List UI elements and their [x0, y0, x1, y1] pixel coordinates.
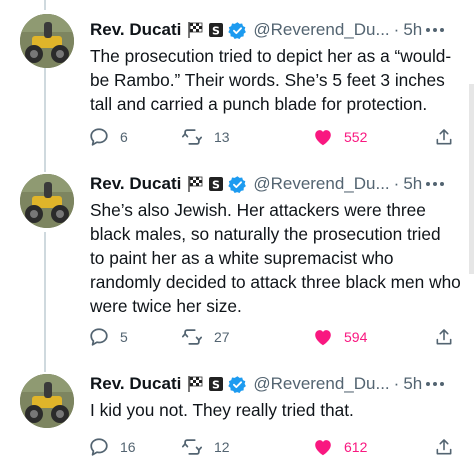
display-name[interactable]: Rev. Ducati [90, 374, 181, 394]
tweet-text-line: be Rambo.” Their words. She’s 5 feet 3 i… [90, 70, 445, 90]
retweet-icon [181, 439, 203, 455]
retweet-button[interactable]: 12 [180, 434, 230, 460]
thread-line [44, 166, 46, 172]
share-button[interactable] [434, 324, 454, 350]
like-button[interactable]: 552 [312, 124, 367, 150]
reply-button[interactable]: 6 [88, 124, 128, 150]
verified-badge-icon [228, 375, 247, 394]
tweet-text-line: The prosecution tried to depict her as a… [90, 46, 452, 66]
reply-count: 5 [120, 329, 128, 345]
retweet-button[interactable]: 27 [180, 324, 230, 350]
avatar[interactable] [20, 174, 74, 228]
verified-badge-icon [228, 175, 247, 194]
reply-button[interactable]: 5 [88, 324, 128, 350]
heart-icon [315, 330, 331, 346]
user-handle[interactable]: @Reverend_Du... [253, 174, 389, 194]
separator-dot: · [393, 20, 400, 39]
like-count: 612 [344, 439, 368, 455]
avatar[interactable] [20, 374, 74, 428]
avatar-motorcycle-image [20, 14, 74, 68]
share-icon [436, 129, 452, 145]
tweet-header: Rev. Ducati S @Reverend_Du... · 5h [90, 18, 422, 42]
avatar[interactable] [20, 14, 74, 68]
s-badge-icon: S [208, 376, 224, 392]
thread-line [44, 0, 46, 10]
more-options-icon[interactable] [420, 20, 450, 40]
verified-badge-icon [228, 21, 247, 40]
checkered-flag-icon [187, 175, 205, 193]
share-icon [436, 329, 452, 345]
reply-button[interactable]: 16 [88, 434, 136, 460]
tweet[interactable]: Rev. Ducati S @Reverend_Du... · 5h I kid… [0, 366, 474, 474]
heart-icon [315, 130, 331, 146]
tweet-text-line: to paint her as a white supremacist who [90, 248, 394, 268]
svg-text:S: S [212, 25, 220, 38]
tweet-text-line: tall and carried a punch blade for prote… [90, 94, 428, 114]
s-badge-icon: S [208, 176, 224, 192]
tweet-actions: 5 27 594 [88, 324, 458, 350]
tweet-text: I kid you not. They really tried that. [90, 398, 465, 422]
tweet-header: Rev. Ducati S @Reverend_Du... · 5h [90, 172, 422, 196]
retweet-count: 12 [214, 439, 230, 455]
display-name[interactable]: Rev. Ducati [90, 20, 181, 40]
tweet-text-line: I kid you not. They really tried that. [90, 400, 354, 420]
retweet-count: 27 [214, 329, 230, 345]
avatar-motorcycle-image [20, 374, 74, 428]
tweet-text: She’s also Jewish. Her attackers were th… [90, 198, 465, 318]
like-button[interactable]: 594 [312, 324, 367, 350]
reply-icon [90, 438, 108, 456]
svg-text:S: S [212, 379, 220, 392]
tweet[interactable]: Rev. Ducati S @Reverend_Du... · 5h The p… [0, 0, 474, 166]
separator-dot: · [393, 374, 400, 393]
thread-line [44, 366, 46, 372]
tweet-text-line: black males, so naturally the prosecutio… [90, 224, 441, 244]
tweet-text: The prosecution tried to depict her as a… [90, 44, 465, 116]
share-icon [436, 439, 452, 455]
share-button[interactable] [434, 434, 454, 460]
tweet[interactable]: Rev. Ducati S @Reverend_Du... · 5h She’s… [0, 166, 474, 366]
more-options-icon[interactable] [420, 374, 450, 394]
display-name[interactable]: Rev. Ducati [90, 174, 181, 194]
user-handle[interactable]: @Reverend_Du... [253, 374, 389, 394]
tweet-text-line: were twice her size. [90, 296, 242, 316]
retweet-icon [181, 129, 203, 145]
tweet-actions: 6 13 552 [88, 124, 458, 150]
retweet-count: 13 [214, 129, 230, 145]
tweet-actions: 16 12 612 [88, 434, 458, 460]
checkered-flag-icon [187, 21, 205, 39]
like-button[interactable]: 612 [312, 434, 367, 460]
thread-line [44, 68, 46, 166]
separator-dot: · [393, 174, 400, 193]
tweet-header: Rev. Ducati S @Reverend_Du... · 5h [90, 372, 422, 396]
s-badge-icon: S [208, 22, 224, 38]
svg-text:S: S [212, 179, 220, 192]
reply-icon [90, 328, 108, 346]
checkered-flag-icon [187, 375, 205, 393]
heart-icon [315, 440, 331, 456]
like-count: 594 [344, 329, 368, 345]
retweet-icon [181, 329, 203, 345]
user-handle[interactable]: @Reverend_Du... [253, 20, 389, 40]
reply-count: 16 [120, 439, 136, 455]
avatar-motorcycle-image [20, 174, 74, 228]
reply-icon [90, 128, 108, 146]
reply-count: 6 [120, 129, 128, 145]
tweet-text-line: She’s also Jewish. Her attackers were th… [90, 200, 426, 220]
share-button[interactable] [434, 124, 454, 150]
like-count: 552 [344, 129, 368, 145]
thread-line [44, 232, 46, 366]
more-options-icon[interactable] [420, 174, 450, 194]
retweet-button[interactable]: 13 [180, 124, 230, 150]
tweet-text-line: randomly decided to attack three black m… [90, 272, 461, 292]
